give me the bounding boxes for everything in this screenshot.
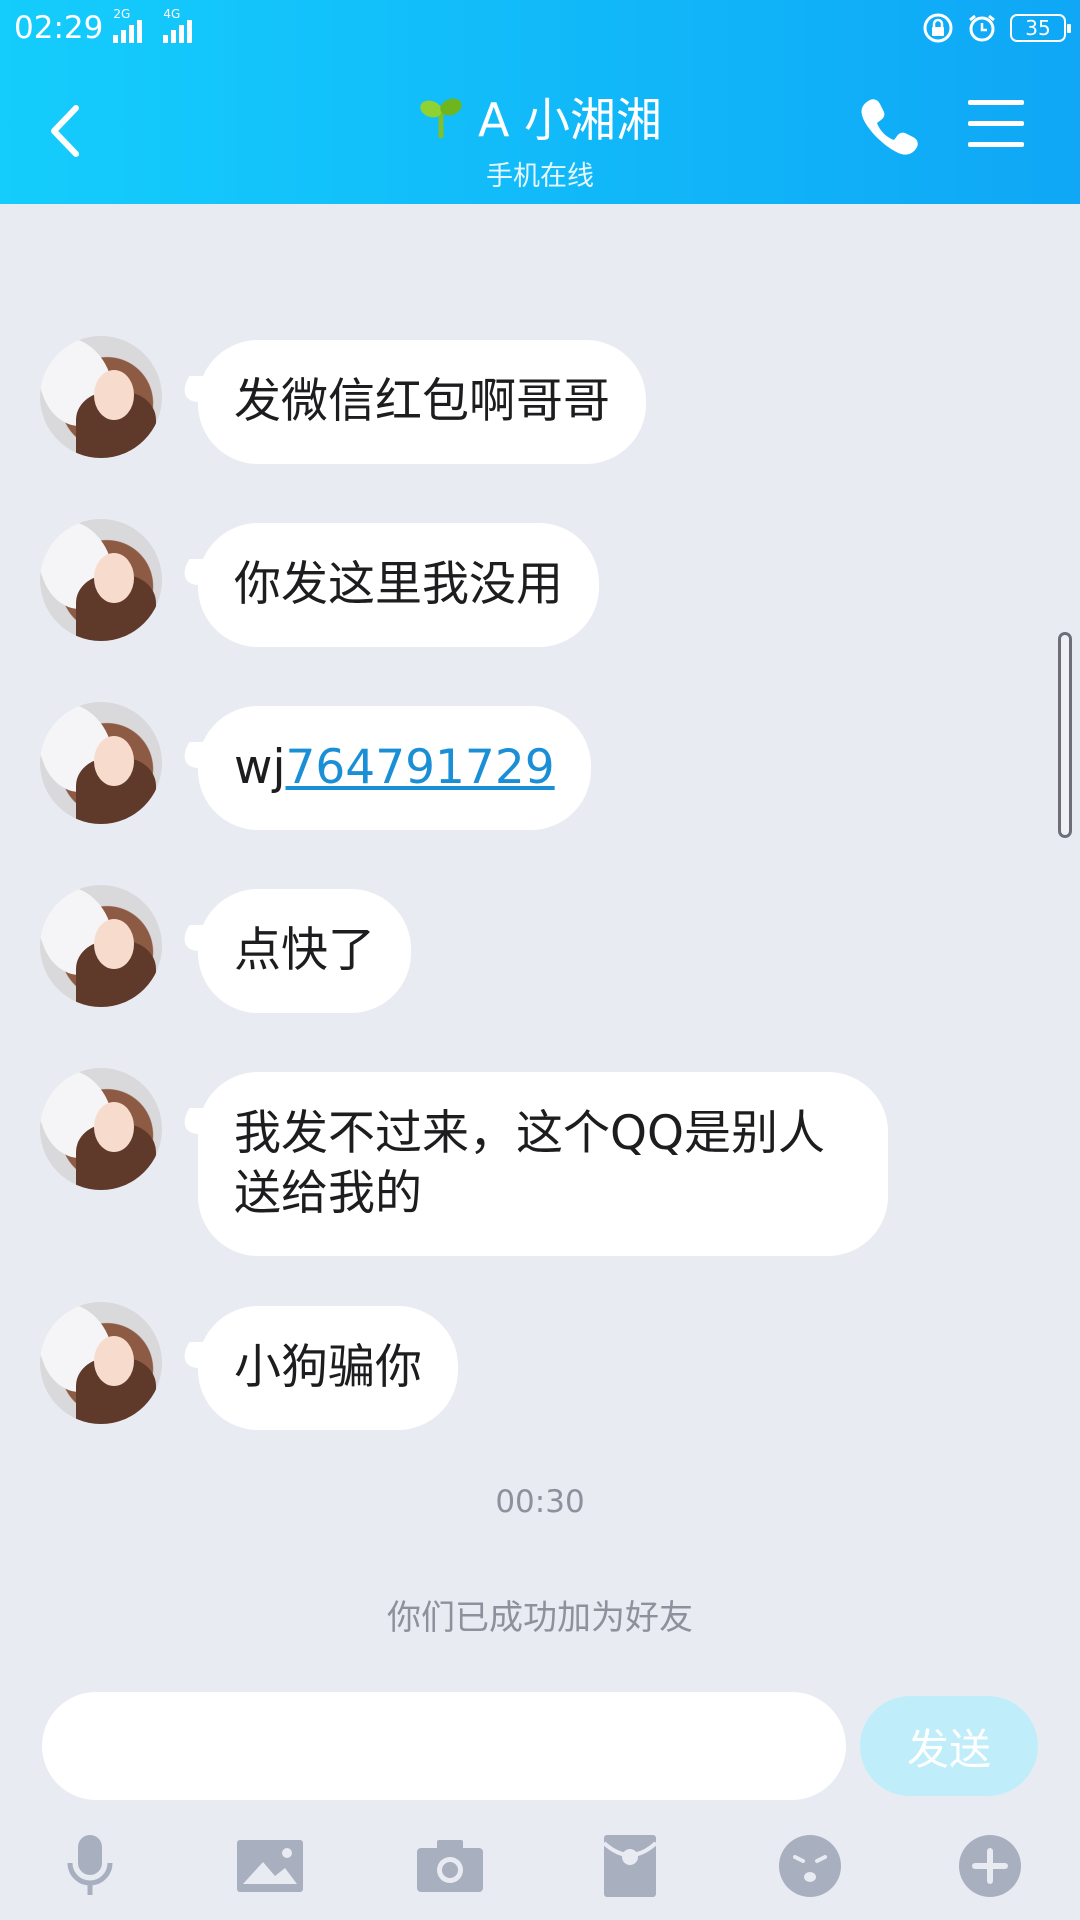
avatar[interactable]	[40, 702, 162, 824]
network-type-label: 4G	[163, 7, 181, 21]
battery-level: 35	[1025, 16, 1051, 40]
message-text: 点快了	[234, 923, 375, 978]
scrollbar[interactable]	[1058, 632, 1072, 838]
message-bubble[interactable]: 你发这里我没用	[198, 523, 599, 647]
avatar[interactable]	[40, 1302, 162, 1424]
more-button[interactable]	[952, 1828, 1028, 1904]
signal-4g-icon: 4G	[163, 7, 203, 45]
camera-button[interactable]	[412, 1828, 488, 1904]
message-bubble[interactable]: wj764791729	[198, 706, 591, 830]
avatar[interactable]	[40, 1068, 162, 1190]
signal-2g-icon: 2G	[113, 7, 153, 45]
plus-icon	[959, 1835, 1021, 1897]
hamburger-icon	[968, 100, 1024, 147]
emoji-button[interactable]	[772, 1828, 848, 1904]
message-text: 你发这里我没用	[234, 557, 563, 612]
camera-icon	[417, 1840, 483, 1892]
message-text-line: 送给我的	[234, 1166, 422, 1221]
message-bubble[interactable]: 小狗骗你	[198, 1306, 458, 1430]
status-time: 02:29	[14, 10, 104, 46]
red-packet-button[interactable]	[592, 1828, 668, 1904]
message-text: 发微信红包啊哥哥	[234, 374, 610, 429]
send-button[interactable]: 发送	[860, 1696, 1038, 1796]
message-bubble[interactable]: 发微信红包啊哥哥	[198, 340, 646, 464]
message-text-line: 我发不过来，这个QQ是别人	[234, 1106, 825, 1161]
message-text: wj	[234, 740, 286, 795]
message-input[interactable]	[42, 1692, 846, 1800]
phone-icon	[861, 99, 918, 155]
alarm-icon	[969, 14, 995, 42]
image-button[interactable]	[232, 1828, 308, 1904]
chat-area[interactable]: 发微信红包啊哥哥 你发这里我没用 wj764791729 点快了 我发不过来，这…	[0, 204, 1080, 1690]
call-button[interactable]	[856, 94, 920, 158]
chat-header: A 小湘湘 手机在线	[0, 70, 1080, 192]
input-row: 发送	[0, 1690, 1080, 1810]
lock-rotation-icon	[923, 13, 953, 43]
battery-indicator: 35	[1010, 14, 1071, 42]
message-bubble[interactable]: 我发不过来，这个QQ是别人 送给我的	[198, 1072, 888, 1256]
image-icon	[237, 1840, 303, 1892]
voice-button[interactable]	[52, 1828, 128, 1904]
microphone-icon	[67, 1835, 113, 1895]
emoji-icon	[779, 1835, 841, 1897]
number-link[interactable]: 764791729	[286, 740, 555, 795]
friend-added-notice: 你们已成功加为好友	[387, 1598, 693, 1638]
contact-name: A 小湘湘	[477, 93, 663, 147]
message-text: 小狗骗你	[234, 1340, 422, 1395]
message-timestamp: 00:30	[495, 1484, 585, 1520]
sprout-icon	[420, 98, 462, 139]
menu-button[interactable]	[968, 100, 1024, 152]
top-bar: 02:29 2G 4G 35 A 小湘湘 手机在线	[0, 0, 1080, 204]
status-bar: 02:29 2G 4G 35	[0, 0, 1080, 56]
avatar[interactable]	[40, 519, 162, 641]
online-status: 手机在线	[486, 161, 594, 192]
bottom-toolbar	[0, 1820, 1080, 1920]
avatar[interactable]	[40, 885, 162, 1007]
network-type-label: 2G	[113, 7, 131, 21]
avatar[interactable]	[40, 336, 162, 458]
message-bubble[interactable]: 点快了	[198, 889, 411, 1013]
red-packet-icon	[602, 1835, 658, 1897]
